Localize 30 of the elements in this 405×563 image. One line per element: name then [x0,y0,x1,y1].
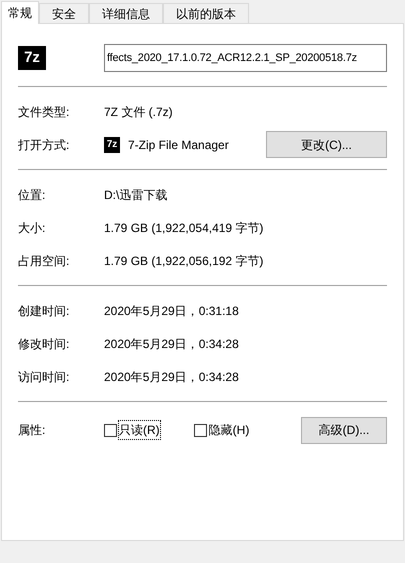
tab[interactable]: 详细信息 [89,3,163,23]
app-icon: 7z [104,136,120,152]
field-value: 2020年5月29日，0:31:18 [104,302,239,320]
field-label: 创建时间: [18,302,70,320]
field-label: 属性: [18,422,46,439]
change-button[interactable]: 更改(C)... [266,131,387,158]
field-value: 7-Zip File Manager [128,136,229,154]
advanced-button[interactable]: 高级(D)... [301,416,387,444]
tab[interactable]: 以前的版本 [163,3,249,23]
field-value: 1.79 GB (1,922,056,192 字节) [104,252,264,270]
tab[interactable]: 常规 [1,1,39,24]
checkbox-square[interactable] [194,424,207,436]
file-icon: 7z [18,46,46,70]
field-label: 修改时间: [18,336,70,352]
field-value: 7Z 文件 (.7z) [104,104,173,120]
checkbox-square[interactable] [104,424,117,436]
field-label: 大小: [18,220,46,236]
field-value: D:\迅雷下载 [104,186,168,204]
field-label: 打开方式: [18,136,70,154]
field-value: 1.79 GB (1,922,054,419 字节) [104,220,264,236]
checkbox[interactable]: 只读(R) [104,421,160,439]
field-value: 2020年5月29日，0:34:28 [104,336,239,352]
tab[interactable]: 安全 [39,3,89,23]
field-label: 占用空间: [18,252,70,270]
checkbox[interactable]: 隐藏(H) [194,421,250,439]
field-value: 2020年5月29日，0:34:28 [104,368,239,386]
file-name-field[interactable]: ffects_2020_17.1.0.72_ACR12.2.1_SP_20200518.7z [104,44,387,72]
field-label: 位置: [18,186,46,204]
field-label: 文件类型: [18,104,70,120]
field-label: 访问时间: [18,368,70,386]
